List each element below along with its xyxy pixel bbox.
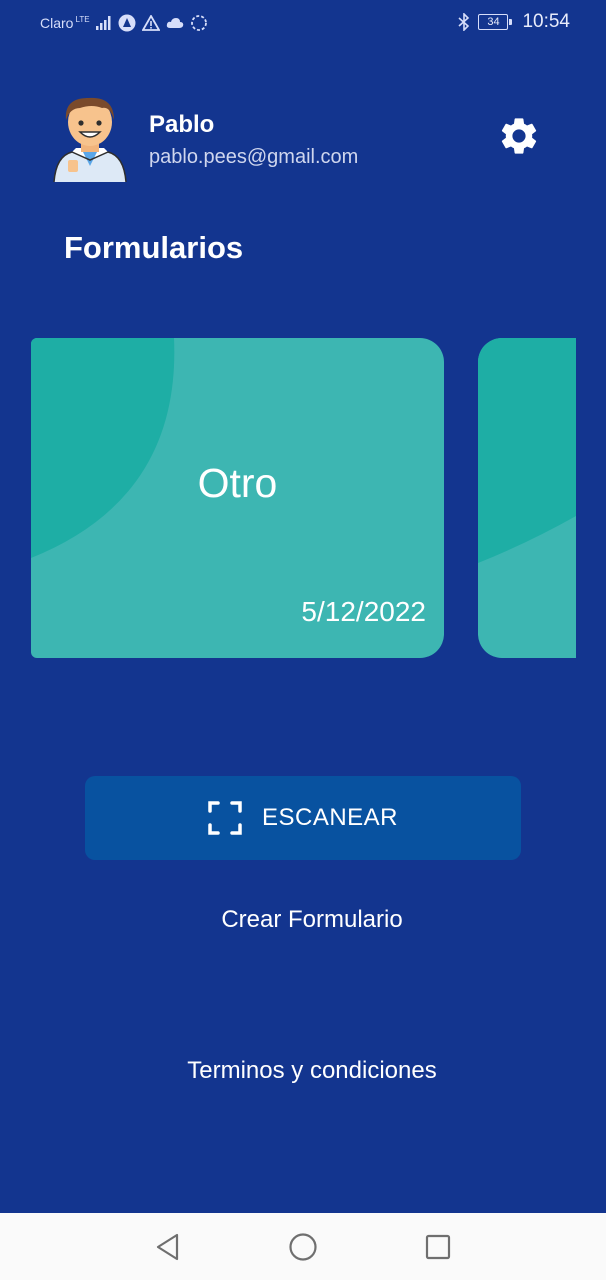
- back-icon[interactable]: [153, 1232, 183, 1262]
- avatar: [53, 97, 127, 182]
- sync-icon: [190, 15, 207, 31]
- card-date: 5/12/2022: [301, 596, 426, 627]
- signal-icon: [95, 16, 111, 30]
- user-name: Pablo: [149, 111, 215, 138]
- network-type: LTE: [75, 14, 90, 24]
- page-title: Formularios: [64, 230, 244, 265]
- navigation-bar: [0, 1213, 606, 1280]
- create-form-link[interactable]: Crear Formulario: [9, 906, 606, 934]
- scan-button[interactable]: ESCANEAR: [85, 776, 521, 860]
- status-right: 34 10:54: [458, 11, 570, 33]
- terms-link[interactable]: Terminos y condiciones: [9, 1057, 606, 1085]
- scan-button-label: ESCANEAR: [261, 804, 399, 831]
- clock: 10:54: [522, 11, 570, 32]
- profile-header: Pablo pablo.pees@gmail.com: [52, 94, 552, 184]
- bluetooth-icon: [458, 13, 470, 31]
- gear-icon[interactable]: [497, 114, 541, 158]
- card-title: Otro: [197, 460, 278, 506]
- scan-frame-icon: [208, 801, 242, 835]
- carrier-label: Claro: [40, 15, 74, 31]
- warning-icon: [141, 15, 160, 31]
- app-notification-icon: [118, 14, 136, 32]
- home-icon[interactable]: [288, 1232, 318, 1262]
- status-bar: Claro LTE 34 10:54: [0, 0, 606, 46]
- battery-indicator: 34: [478, 14, 513, 30]
- card-decoration: [478, 338, 576, 563]
- form-card-next[interactable]: [478, 338, 576, 658]
- form-card[interactable]: Otro 5/12/2022: [31, 338, 444, 658]
- status-left: Claro LTE: [40, 14, 208, 32]
- recent-apps-icon[interactable]: [423, 1232, 453, 1262]
- user-email: pablo.pees@gmail.com: [149, 146, 359, 168]
- cloud-icon: [166, 18, 183, 28]
